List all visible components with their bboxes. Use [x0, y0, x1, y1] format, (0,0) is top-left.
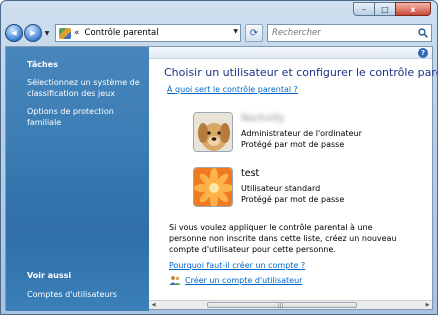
scroll-left-icon[interactable]: ◀	[149, 301, 158, 310]
scrollbar-thumb[interactable]: |||	[207, 302, 357, 309]
user-tile-test[interactable]: test Utilisateur standard Protégé par mo…	[193, 167, 413, 207]
sidebar-link-game-ratings[interactable]: Sélectionnez un système de classificatio…	[27, 77, 147, 99]
main-pane: Choisir un utilisateur et configurer le …	[149, 59, 437, 300]
user-password-status: Protégé par mot de passe	[241, 140, 345, 149]
refresh-icon: ⟳	[249, 27, 259, 39]
search-input[interactable]	[272, 28, 412, 38]
search-box[interactable]	[267, 24, 432, 42]
caption-buttons: – □ x	[353, 2, 431, 16]
user-name: test	[241, 168, 260, 179]
back-button[interactable]: ◀	[5, 24, 23, 42]
help-icon[interactable]: ?	[418, 48, 428, 58]
navigation-bar: ◀ ▶ ▼ « Contrôle parental ▼ ⟳	[5, 22, 433, 44]
sidebar-link-family-safety[interactable]: Options de protection familiale	[27, 106, 147, 128]
scroll-right-icon[interactable]: ▶	[423, 301, 432, 310]
close-button[interactable]: x	[395, 2, 431, 16]
back-arrow-icon: ◀	[11, 29, 17, 37]
page-title: Choisir un utilisateur et configurer le …	[164, 66, 438, 79]
horizontal-scrollbar[interactable]: ◀ ||| ▶	[149, 300, 432, 309]
task-pane: Tâches Sélectionnez un système de classi…	[6, 47, 149, 311]
info-text: Si vous voulez appliquer le contrôle par…	[169, 223, 397, 254]
see-also-heading: Voir aussi	[27, 271, 72, 280]
search-icon[interactable]	[418, 28, 428, 38]
create-account-row[interactable]: Créer un compte d'utilisateur	[169, 275, 302, 285]
users-icon	[169, 276, 181, 285]
user-password-status: Protégé par mot de passe	[241, 195, 345, 204]
address-bar[interactable]: « Contrôle parental ▼	[55, 24, 241, 42]
refresh-button[interactable]: ⟳	[245, 24, 263, 42]
user-type: Utilisateur standard	[241, 184, 321, 193]
control-panel-icon	[59, 27, 71, 39]
user-name: Nachvilly	[241, 113, 285, 124]
flower-avatar	[193, 167, 233, 207]
why-create-account-link[interactable]: Pourquoi faut-il créer un compte ?	[169, 261, 305, 270]
forward-button[interactable]: ▶	[24, 24, 42, 42]
address-breadcrumb[interactable]: Contrôle parental	[85, 28, 159, 38]
user-tile-admin[interactable]: Nachvilly Administrateur de l'ordinateur…	[193, 112, 413, 152]
create-account-link[interactable]: Créer un compte d'utilisateur	[185, 276, 302, 285]
maximize-button[interactable]: □	[374, 2, 396, 16]
tasks-heading: Tâches	[27, 60, 58, 69]
address-dropdown-icon[interactable]: ▼	[233, 28, 238, 35]
user-type: Administrateur de l'ordinateur	[241, 129, 362, 138]
sidebar-link-user-accounts[interactable]: Comptes d'utilisateurs	[27, 289, 147, 300]
parental-control-help-link[interactable]: À quoi sert le contrôle parental ?	[167, 85, 298, 94]
control-panel-window: – □ x ◀ ▶ ▼ « Contrôle parental ▼ ⟳ ?	[0, 0, 438, 315]
history-dropdown-icon[interactable]: ▼	[43, 30, 51, 37]
address-separator[interactable]: «	[74, 28, 80, 38]
minimize-button[interactable]: –	[353, 2, 375, 16]
forward-arrow-icon: ▶	[30, 29, 36, 37]
dog-avatar	[193, 112, 233, 152]
content-area: ? Tâches Sélectionnez un système de clas…	[5, 46, 437, 311]
